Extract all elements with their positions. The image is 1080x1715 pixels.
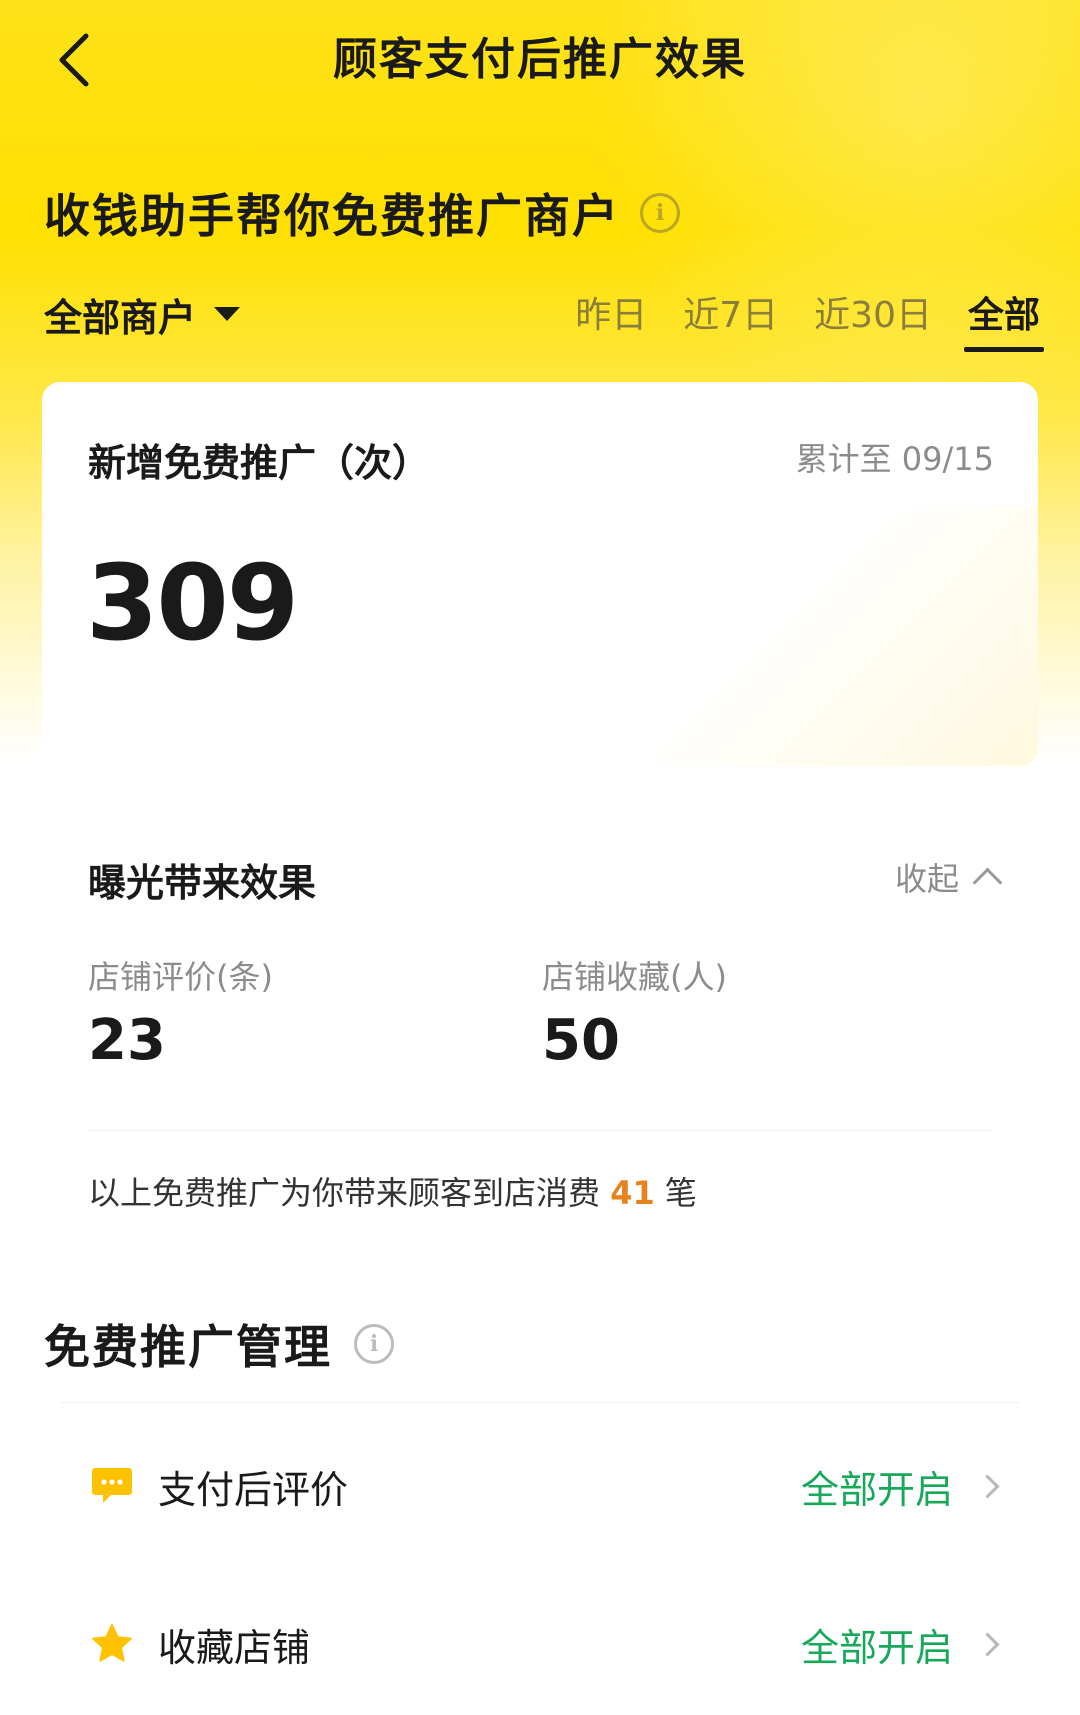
- row-label: 收藏店铺: [158, 1625, 311, 1670]
- info-icon[interactable]: i: [354, 1324, 394, 1364]
- info-icon[interactable]: i: [640, 193, 680, 233]
- stat-favorites-value: 50: [542, 1008, 620, 1073]
- date-range-tabs: 昨日 近7日 近30日 全部: [575, 286, 1045, 352]
- chevron-up-icon: [972, 867, 1003, 897]
- promo-count-value: 309: [86, 542, 299, 664]
- tab-yesterday[interactable]: 昨日: [575, 288, 647, 344]
- star-icon: [90, 1622, 134, 1666]
- promo-count-card: 新增免费推广（次） 累计至 09/15 309: [42, 382, 1038, 766]
- divider: [60, 1402, 1020, 1403]
- tab-all[interactable]: 全部: [963, 288, 1045, 352]
- management-title: 免费推广管理: [44, 1320, 332, 1374]
- chevron-right-icon: [975, 1473, 1000, 1499]
- row-label: 支付后评价: [158, 1467, 349, 1512]
- tab-30-days[interactable]: 近30日: [814, 288, 932, 344]
- tab-7-days[interactable]: 近7日: [683, 288, 778, 344]
- chevron-right-icon: [975, 1631, 1000, 1657]
- card-sheen: [618, 506, 1038, 766]
- stat-favorites-label: 店铺收藏(人): [542, 958, 727, 996]
- summary-count: 41: [610, 1174, 655, 1212]
- management-section-title: 免费推广管理 i: [44, 1312, 394, 1376]
- stat-favorites: 店铺收藏(人) 50: [542, 952, 727, 1073]
- exposure-effect-card: 曝光带来效果 收起 店铺评价(条) 23 店铺收藏(人) 50 以上免费推广为你…: [42, 800, 1038, 1240]
- exposure-effect-title: 曝光带来效果: [88, 861, 317, 905]
- summary-suffix: 笔: [654, 1174, 697, 1212]
- row-status: 全部开启: [800, 1625, 953, 1670]
- stat-reviews-label: 店铺评价(条): [88, 958, 273, 996]
- row-status: 全部开启: [800, 1467, 953, 1512]
- headline: 收钱助手帮你免费推广商户 i: [44, 178, 680, 248]
- comment-icon: [90, 1464, 134, 1508]
- promo-count-label: 新增免费推广（次）: [88, 441, 431, 485]
- merchant-dropdown-label: 全部商户: [44, 295, 197, 340]
- stat-reviews-value: 23: [88, 1008, 166, 1073]
- collapse-button[interactable]: 收起: [894, 854, 1003, 900]
- caret-down-icon: [214, 307, 241, 321]
- merchant-dropdown[interactable]: 全部商户: [44, 286, 241, 342]
- collapse-label: 收起: [894, 860, 959, 898]
- review-after-payment-row[interactable]: 支付后评价 全部开启: [42, 1438, 1038, 1534]
- page-title: 顾客支付后推广效果: [333, 34, 747, 85]
- headline-text: 收钱助手帮你免费推广商户: [44, 189, 620, 243]
- stat-reviews: 店铺评价(条) 23: [88, 952, 273, 1073]
- favorite-store-row[interactable]: 收藏店铺 全部开启: [42, 1596, 1038, 1692]
- summary-prefix: 以上免费推广为你带来顾客到店消费: [88, 1174, 611, 1212]
- summary-text: 以上免费推广为你带来顾客到店消费 41 笔: [88, 1168, 697, 1214]
- divider: [88, 1130, 992, 1131]
- cumulative-date: 累计至 09/15: [795, 440, 994, 478]
